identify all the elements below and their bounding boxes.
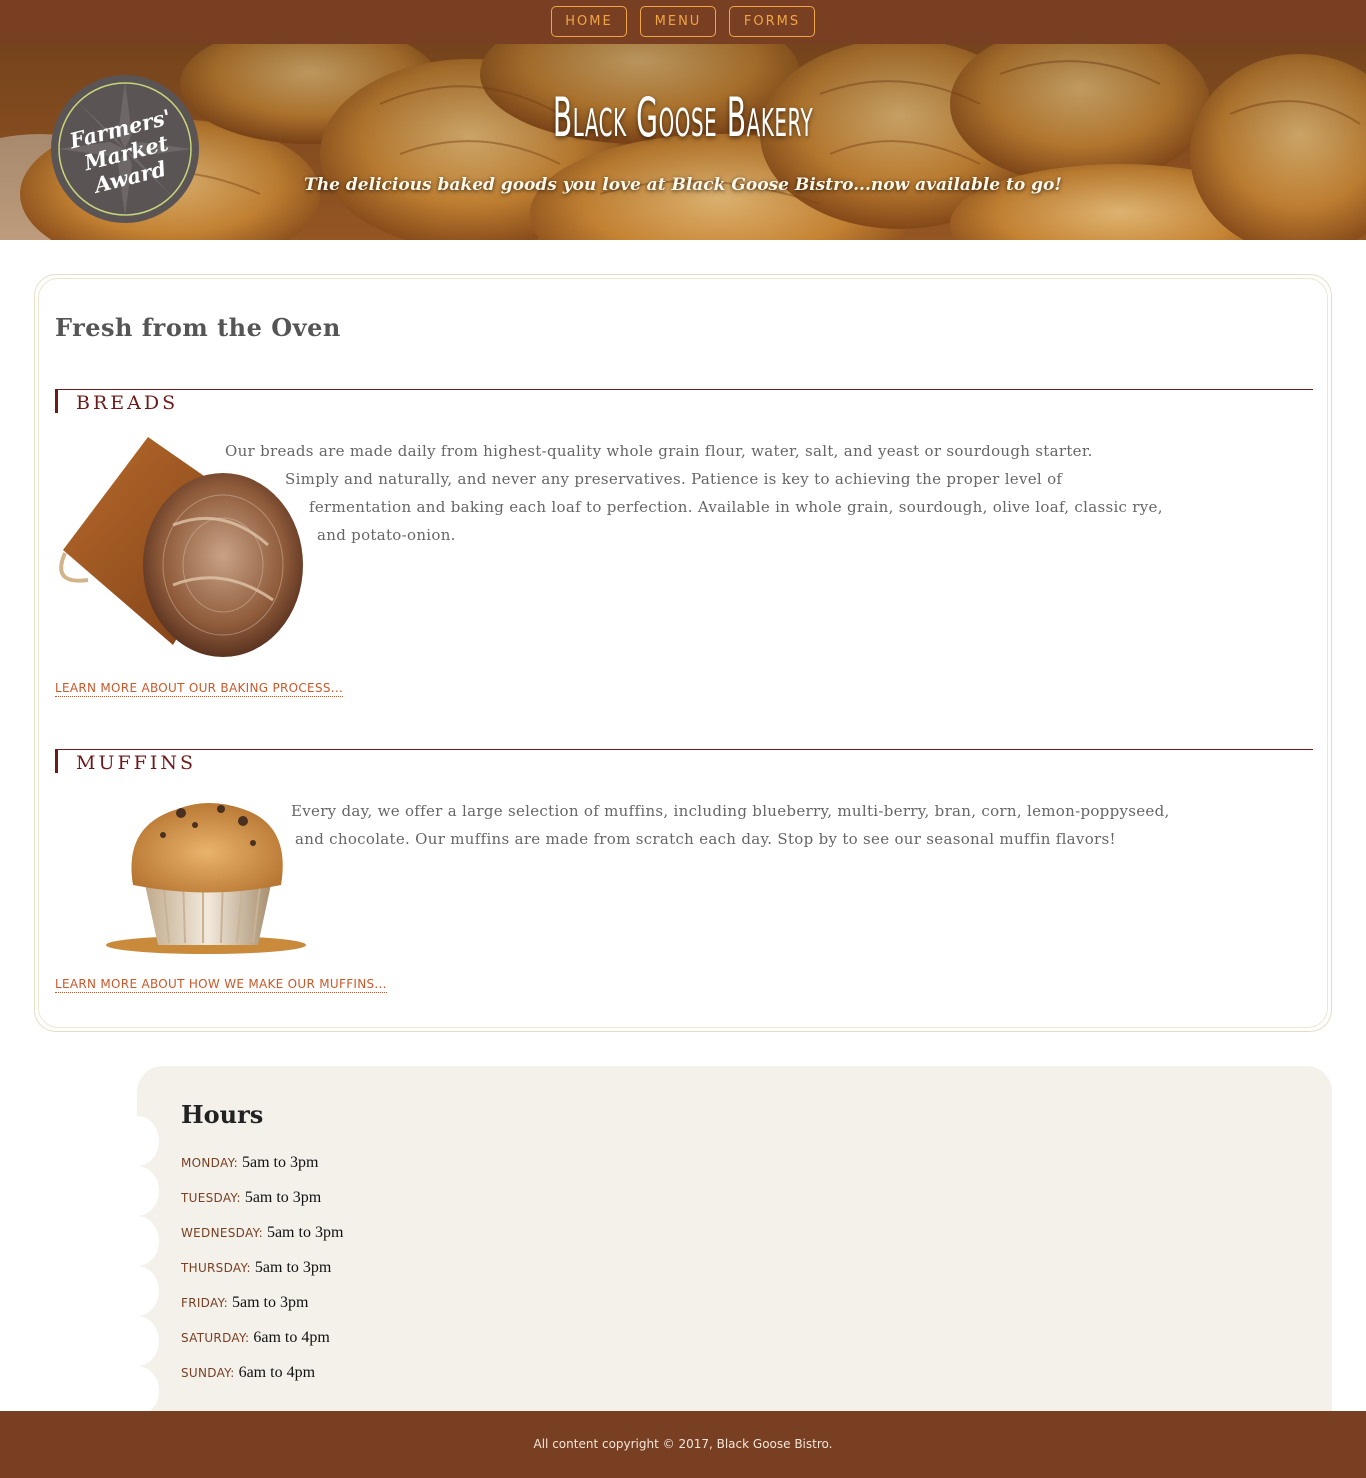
muffins-heading: MUFFINS xyxy=(76,752,196,774)
hours-time-value: 5am to 3pm xyxy=(244,1189,322,1206)
hours-row-saturday: SATURDAY: 6am to 4pm xyxy=(181,1327,330,1347)
hours-row-friday: FRIDAY: 5am to 3pm xyxy=(181,1292,308,1312)
hero-banner: Farmers' Market Award Black Goose Bakery… xyxy=(0,44,1366,240)
muffins-description-line-2: and chocolate. Our muffins are made from… xyxy=(295,830,1116,848)
learn-more-muffins-link[interactable]: LEARN MORE ABOUT HOW WE MAKE OUR MUFFINS… xyxy=(55,977,387,993)
breads-description-line-2: Simply and naturally, and never any pres… xyxy=(285,470,1063,488)
scallop-decoration xyxy=(137,1166,159,1216)
hours-time-value: 5am to 3pm xyxy=(231,1294,309,1311)
hours-day-label: TUESDAY: xyxy=(181,1191,241,1205)
hours-panel: Hours MONDAY: 5am to 3pm TUESDAY: 5am to 3… xyxy=(137,1066,1332,1411)
nav-home-link[interactable]: HOME xyxy=(551,6,627,37)
muffin-image xyxy=(106,803,306,954)
breads-description-line-4: and potato-onion. xyxy=(317,526,456,544)
breads-description-line-3: fermentation and baking each loaf to per… xyxy=(309,498,1163,516)
scallop-decoration xyxy=(137,1366,159,1411)
breads-description-line-1: Our breads are made daily from highest-q… xyxy=(225,442,1093,460)
hours-day-label: FRIDAY: xyxy=(181,1296,228,1310)
products-title: Fresh from the Oven xyxy=(55,313,341,342)
hours-day-label: MONDAY: xyxy=(181,1156,238,1170)
hours-row-sunday: SUNDAY: 6am to 4pm xyxy=(181,1362,315,1382)
hours-day-label: SATURDAY: xyxy=(181,1331,250,1345)
hours-row-wednesday: WEDNESDAY: 5am to 3pm xyxy=(181,1222,343,1242)
top-nav: HOME MENU FORMS xyxy=(0,0,1366,44)
bread-loaf-image xyxy=(59,437,303,657)
nav-forms-link[interactable]: FORMS xyxy=(729,6,815,37)
copyright-text: All content copyright © 2017, Black Goos… xyxy=(533,1437,833,1451)
scallop-decoration xyxy=(137,1216,159,1266)
hours-row-thursday: THURSDAY: 5am to 3pm xyxy=(181,1257,331,1277)
breads-heading-bar: BREADS xyxy=(55,389,1313,414)
learn-more-baking-link[interactable]: LEARN MORE ABOUT OUR BAKING PROCESS... xyxy=(55,681,344,697)
site-footer: All content copyright © 2017, Black Goos… xyxy=(0,1411,1366,1478)
scallop-decoration xyxy=(137,1316,159,1366)
muffins-heading-bar: MUFFINS xyxy=(55,749,1313,774)
site-tagline: The delicious baked goods you love at Bl… xyxy=(304,175,1062,195)
hours-day-label: WEDNESDAY: xyxy=(181,1226,263,1240)
hours-time-value: 6am to 4pm xyxy=(253,1329,330,1346)
hours-time-value: 5am to 3pm xyxy=(254,1259,332,1276)
scallop-decoration xyxy=(137,1116,159,1166)
breads-heading: BREADS xyxy=(76,392,179,414)
hours-time-value: 6am to 4pm xyxy=(238,1364,316,1381)
hours-row-tuesday: TUESDAY: 5am to 3pm xyxy=(181,1187,321,1207)
hours-day-label: THURSDAY: xyxy=(181,1261,251,1275)
scallop-decoration xyxy=(137,1266,159,1316)
hours-title: Hours xyxy=(181,1100,264,1129)
site-title: Black Goose Bakery xyxy=(552,86,814,149)
hours-day-label: SUNDAY: xyxy=(181,1366,235,1380)
farmers-market-award-badge: Farmers' Market Award xyxy=(51,75,199,223)
hours-time-value: 5am to 3pm xyxy=(266,1224,344,1241)
products-section: Fresh from the Oven BREADS Our breads ar… xyxy=(34,274,1332,1032)
hours-time-value: 5am to 3pm xyxy=(241,1154,319,1171)
hours-row-monday: MONDAY: 5am to 3pm xyxy=(181,1152,318,1172)
muffins-description-line-1: Every day, we offer a large selection of… xyxy=(291,802,1170,820)
nav-menu-link[interactable]: MENU xyxy=(640,6,716,37)
